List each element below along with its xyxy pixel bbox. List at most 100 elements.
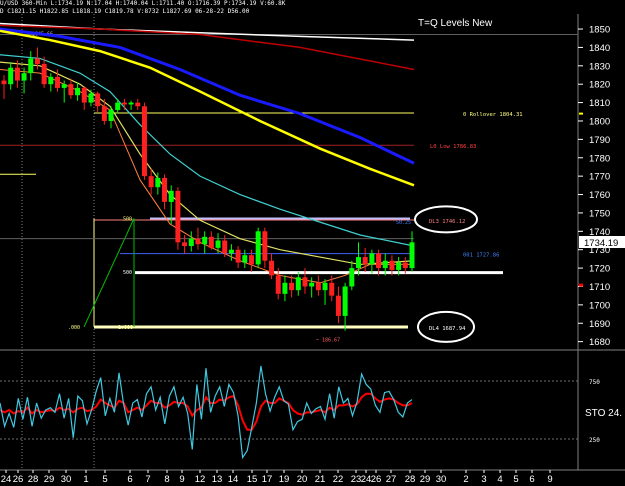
fib-label-bottom: 1.000 [118,325,133,331]
date-tick-label: 8 [164,474,169,485]
date-tick-label: 14 [228,474,239,485]
stoch-d-line [0,392,413,431]
price-tick-label: 1750 [589,208,610,219]
candle-body [28,58,34,74]
date-tick-label: 6 [529,474,534,485]
candle-body [289,282,295,291]
date-tick-label: 24 [361,474,372,485]
level-label-dl3: DL3 1746.12 [429,219,465,225]
stoch-k-line [0,365,413,460]
candle-body [81,87,87,103]
candle-body [222,240,228,254]
candle-body [282,282,288,294]
date-tick-label: 30 [61,474,72,485]
price-tick-label: 1810 [589,98,610,109]
axis-marker-red [579,283,583,287]
candle-body [121,102,127,105]
date-tick-label: 30 [436,474,447,485]
candle-body [242,255,248,263]
candle-body [302,277,308,287]
date-tick-label: 29 [420,474,431,485]
candle-body [208,236,214,248]
date-tick-label: 3 [481,474,486,485]
price-tick-label: 1780 [589,153,610,164]
date-tick-label: 26 [13,474,24,485]
date-tick-label: 7 [145,474,150,485]
candle-body [68,84,74,96]
date-tick-label: 29 [44,474,55,485]
candle-body [295,277,301,291]
level-label-rollover: 0 Rollover 1804.31 [463,112,523,118]
ma-red-line [0,24,415,71]
candle-body [141,106,147,177]
price-tick-label: 1830 [589,61,610,72]
candle-body [255,231,261,265]
candle-body [8,67,14,85]
candle-body [61,84,67,88]
price-tick-label: 1850 [589,25,610,36]
level-label-50: 50.25 [396,220,411,226]
candle-body [128,102,134,105]
candle-body [262,231,268,261]
price-tick-label: 1760 [589,190,610,201]
candle-body [228,249,234,254]
price-tick-label: 1800 [589,116,610,127]
candle-body [148,176,154,188]
candle-body [115,102,121,110]
candle-body [235,249,241,263]
price-chart[interactable]: 1680169017001710172017301740175017601770… [0,0,625,486]
candle-body [101,106,107,121]
candle-body [162,177,168,202]
stoch-tick-label: 750 [589,379,600,386]
candle-body [34,58,40,64]
date-tick-label: 20 [297,474,308,485]
price-tick-label: 1820 [589,80,610,91]
price-tick-label: 1690 [589,319,610,330]
candle-body [41,63,47,85]
date-tick-label: 9 [179,474,184,485]
price-tick-label: 1790 [589,135,610,146]
candle-body [188,238,194,247]
candle-body [369,253,375,265]
candle-body [342,286,348,316]
date-tick-label: 24 [1,474,12,485]
ma-orange-line [0,68,414,284]
date-tick-label: 2 [463,474,468,485]
level-label-001: 001 1727.86 [463,253,499,259]
stoch-tick-label: 250 [589,437,600,444]
candle-body [182,242,188,247]
candle-body [135,102,141,107]
date-tick-label: 12 [195,474,206,485]
ma-yellow-line [0,29,415,187]
date-tick-label: 5 [102,474,107,485]
date-tick-label: 4 [497,474,502,485]
low-note: ~ 186.67 [316,338,340,344]
candle-body [248,255,254,265]
last-price-label: 1734.19 [584,238,618,249]
date-tick-label: 6 [127,474,132,485]
candle-body [322,282,328,291]
candle-body [55,76,61,88]
candle-body [389,260,395,270]
fib-label-mid: 500 [123,270,132,276]
candle-body [335,295,341,316]
axis-marker-yellow [579,112,583,115]
candle-body [396,262,402,270]
date-tick-label: 28 [28,474,39,485]
date-tick-label: 21 [315,474,326,485]
candle-body [195,238,201,245]
price-tick-label: 1700 [589,300,610,311]
level-label-l0-low: L0 Low 1786.83 [430,144,476,150]
candle-body [382,260,388,269]
date-tick-label: 15 [247,474,258,485]
price-tick-label: 1720 [589,264,610,275]
date-tick-label: 19 [279,474,290,485]
price-tick-label: 1770 [589,172,610,183]
candle-body [355,257,361,269]
date-tick-label: 22 [333,474,344,485]
date-tick-label: 17 [262,474,273,485]
candle-body [1,80,7,85]
price-tick-label: 1710 [589,282,610,293]
candle-body [349,268,355,287]
chart-window: U/USD 360-Min L:1734.19 N:17.04 H:1740.0… [0,0,625,486]
